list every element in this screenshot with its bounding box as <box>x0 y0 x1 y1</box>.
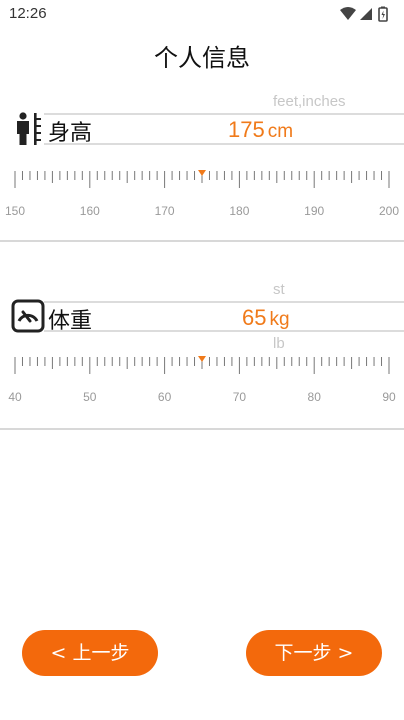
ruler-current-marker <box>198 170 206 176</box>
scale-icon <box>11 299 45 333</box>
section-divider <box>0 240 404 242</box>
ruler-label: 170 <box>155 204 175 218</box>
weight-row-bottom-line <box>44 330 404 332</box>
height-row-bottom-line <box>44 143 404 145</box>
ruler-label: 190 <box>304 204 324 218</box>
status-bar: 12:26 <box>0 0 404 28</box>
ruler-label: 50 <box>83 390 97 404</box>
height-value: 175 <box>228 117 265 142</box>
ruler-label: 60 <box>158 390 172 404</box>
height-person-icon <box>17 112 41 145</box>
height-ruler[interactable]: 150 160 170 180 190 200 <box>0 168 404 228</box>
height-alt-unit[interactable]: feet,inches <box>273 93 346 110</box>
signal-icon <box>360 8 372 20</box>
ruler-label: 40 <box>8 390 22 404</box>
status-time: 12:26 <box>9 5 47 22</box>
ruler-label: 150 <box>5 204 25 218</box>
height-unit[interactable]: cm <box>268 121 293 142</box>
prev-step-button[interactable]: < 上一步 <box>22 630 158 676</box>
ruler-label: 90 <box>382 390 396 404</box>
status-icons <box>340 6 388 22</box>
ruler-label: 80 <box>308 390 322 404</box>
section-divider-bottom <box>0 428 404 430</box>
weight-value: 65 <box>242 305 267 330</box>
next-step-button[interactable]: 下一步 > <box>246 630 382 676</box>
weight-row-top-line <box>44 301 404 303</box>
wifi-icon <box>340 7 356 20</box>
ruler-current-marker <box>198 356 206 362</box>
height-row-top-line <box>44 113 404 115</box>
ruler-label: 180 <box>229 204 249 218</box>
page-title: 个人信息 <box>154 44 250 72</box>
weight-ruler[interactable]: 40 50 60 70 80 90 <box>0 354 404 414</box>
weight-alt-unit-lb[interactable]: lb <box>273 335 285 352</box>
weight-alt-unit-st[interactable]: st <box>273 281 285 298</box>
weight-unit[interactable]: kg <box>269 309 289 330</box>
ruler-label: 160 <box>80 204 100 218</box>
weight-value-display: 65 kg <box>242 305 290 331</box>
height-value-display: 175 cm <box>228 117 293 143</box>
ruler-label: 200 <box>379 204 399 218</box>
ruler-label: 70 <box>233 390 247 404</box>
